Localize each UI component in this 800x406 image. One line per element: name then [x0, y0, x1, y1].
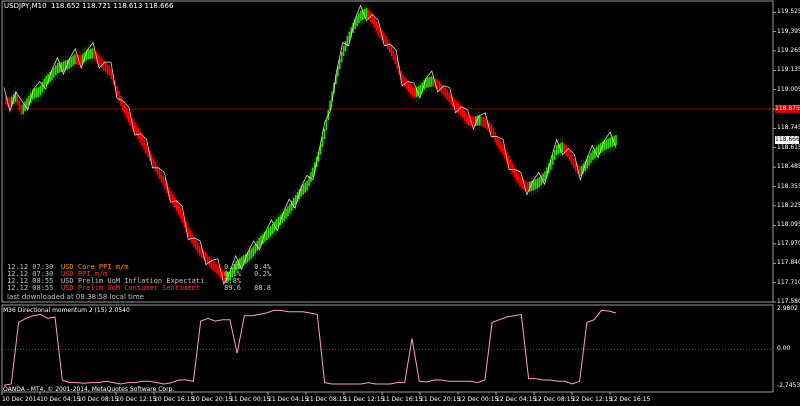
price-tick-label: 117.710	[777, 278, 800, 286]
time-tick-label: 12 Dec 12:15	[572, 396, 613, 403]
current-price-tag: 118.666	[775, 136, 800, 145]
chart-frame	[1, 0, 776, 395]
time-tick-label: 10 Dec 08:15	[78, 396, 119, 403]
copyright-text: OANDA - MT4, © 2001-2014, MetaQuotes Sof…	[3, 386, 175, 393]
time-tick-label: 11 Dec 20:15	[420, 396, 461, 403]
time-tick-label: 10 Dec 16:15	[154, 396, 195, 403]
indicator-tick-label: 2.9802	[777, 305, 798, 313]
news-time: 12.12 08:55	[7, 284, 54, 292]
hline-price-tag: 118.875	[775, 105, 800, 114]
trend-bars	[5, 3, 617, 287]
price-tick-label: 119.395	[777, 27, 800, 35]
price-tick-label: 118.225	[777, 201, 800, 209]
chart-canvas[interactable]	[0, 0, 800, 406]
price-tick-label: 117.970	[777, 239, 800, 247]
price-tick-label: 119.525	[777, 8, 800, 16]
price-tick-label: 119.135	[777, 66, 800, 74]
news-actual: 89.6	[224, 284, 241, 292]
time-tick-label: 10 Dec 04:15	[40, 396, 81, 403]
time-tick-label: 11 Dec 08:15	[306, 396, 347, 403]
news-row: 12.12 08:55 USD Prelim UoM Consumer Senti…	[7, 285, 271, 292]
time-tick-label: 12 Dec 16:15	[610, 396, 651, 403]
indicator-tick-label: 0.00	[777, 345, 791, 353]
time-tick-label: 11 Dec 00:15	[230, 396, 271, 403]
time-tick-label: 12 Dec 04:15	[496, 396, 537, 403]
price-line	[3, 4, 617, 286]
indicator-layer	[3, 309, 617, 386]
news-forecast: 88.8	[254, 284, 271, 292]
price-tick-label: 118.095	[777, 221, 800, 229]
news-status: last downloaded at 08:38:58 local time	[7, 293, 144, 301]
indicator-label: M36 Directional momentum 2 (15) 2.0540	[3, 307, 130, 314]
time-tick-label: 11 Dec 16:15	[382, 396, 423, 403]
time-tick-label: 12 Dec 00:15	[458, 396, 499, 403]
news-forecast: 0.2%	[254, 270, 271, 278]
time-tick-label: 10 Dec 2014	[2, 396, 41, 403]
indicator-frame	[1, 304, 774, 393]
time-tick-label: 10 Dec 12:15	[116, 396, 157, 403]
price-tick-label: 118.355	[777, 182, 800, 190]
time-tick-label: 11 Dec 04:15	[268, 396, 309, 403]
price-tick-label: 118.745	[777, 124, 800, 132]
price-line-layer	[3, 4, 617, 286]
indicator-tick-label: -2.7453	[777, 381, 800, 389]
price-tick-label: 119.005	[777, 85, 800, 93]
indicator-line	[3, 309, 617, 386]
time-tick-label: 10 Dec 20:15	[192, 396, 233, 403]
window-title: USDJPY,M10 118.652 118.721 118.613 118.6…	[4, 2, 174, 10]
price-tick-label: 117.840	[777, 259, 800, 267]
news-event: USD Prelim UoM Consumer Sentiment	[61, 284, 201, 292]
price-tick-label: 119.265	[777, 46, 800, 54]
price-tick-label: 118.615	[777, 143, 800, 151]
price-tick-label: 118.485	[777, 163, 800, 171]
time-tick-label: 11 Dec 12:15	[344, 396, 385, 403]
time-tick-label: 12 Dec 08:15	[534, 396, 575, 403]
